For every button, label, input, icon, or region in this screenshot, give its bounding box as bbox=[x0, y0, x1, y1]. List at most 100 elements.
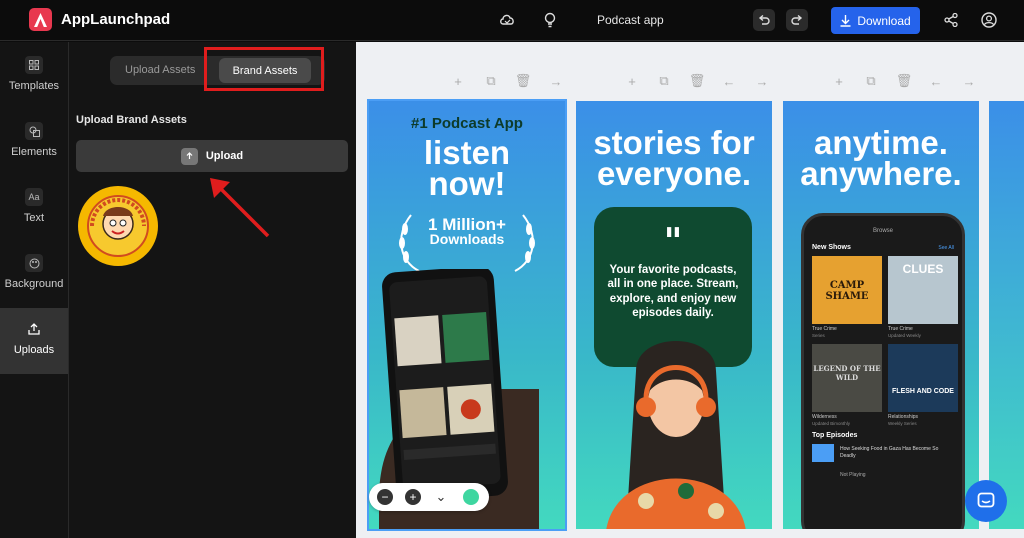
show-caption: Wilderness bbox=[812, 414, 837, 420]
woman-with-headphones-illustration bbox=[606, 341, 746, 529]
nav-item-elements[interactable]: Elements bbox=[0, 110, 68, 176]
text-icon: Aa bbox=[25, 188, 43, 206]
arrow-right-icon[interactable]: → bbox=[961, 73, 977, 89]
show-cover-title: LEGEND OF THE WILD bbox=[813, 364, 881, 382]
tab-upload-assets[interactable]: Upload Assets bbox=[125, 64, 195, 76]
nav-item-uploads[interactable]: Uploads bbox=[0, 308, 68, 374]
nav-item-templates[interactable]: Templates bbox=[0, 44, 68, 110]
slide-1[interactable]: #1 Podcast App listen now! 1 Million+ Do… bbox=[367, 99, 567, 531]
show-caption: True Crime bbox=[812, 326, 837, 332]
badge-line: Downloads bbox=[429, 231, 505, 248]
slide-headline: stories for everyone. bbox=[576, 124, 772, 193]
cloud-save-icon[interactable] bbox=[497, 10, 517, 30]
show-sub: Updated Bimonthly bbox=[812, 421, 851, 426]
undo-button[interactable] bbox=[753, 9, 775, 31]
add-icon[interactable]: + bbox=[624, 73, 640, 89]
arrow-right-icon[interactable]: → bbox=[754, 73, 770, 89]
left-nav: Templates Elements Aa Text Background Up… bbox=[0, 42, 69, 538]
nav-label: Uploads bbox=[13, 344, 55, 356]
chat-support-button[interactable] bbox=[965, 480, 1007, 522]
nav-item-text[interactable]: Aa Text bbox=[0, 176, 68, 242]
highlight-box bbox=[204, 47, 324, 91]
download-button[interactable]: Download bbox=[831, 7, 920, 34]
zoom-controls: − + ⌄ bbox=[369, 483, 489, 511]
nav-item-background[interactable]: Background bbox=[0, 242, 68, 308]
slide-2[interactable]: stories for everyone. " Your favorite po… bbox=[576, 101, 772, 529]
background-icon bbox=[25, 254, 43, 272]
duplicate-icon[interactable]: ⧉ bbox=[863, 73, 879, 89]
chevron-double-down-icon[interactable]: ⌄ bbox=[433, 489, 449, 505]
top-bar: AppLaunchpad Podcast app Download bbox=[0, 0, 1024, 41]
show-caption: Relationships bbox=[888, 414, 919, 420]
upload-label: Upload bbox=[205, 150, 244, 162]
section-title: Upload Brand Assets bbox=[76, 114, 187, 126]
downloads-badge: 1 Million+ Downloads bbox=[369, 216, 565, 248]
zoom-in-button[interactable]: + bbox=[405, 489, 421, 505]
arrow-left-icon[interactable]: ← bbox=[721, 73, 737, 89]
nav-label: Text bbox=[23, 212, 45, 224]
headline-line: listen bbox=[423, 134, 511, 171]
add-icon[interactable]: + bbox=[450, 73, 466, 89]
app-logo[interactable] bbox=[29, 8, 52, 31]
brand-asset-thumbnail[interactable] bbox=[78, 186, 158, 266]
headline-line: everyone. bbox=[596, 155, 752, 193]
slide-4-partial[interactable] bbox=[989, 101, 1024, 529]
headline-line: anytime. bbox=[814, 124, 948, 161]
upload-button[interactable]: Upload bbox=[76, 140, 348, 172]
headline-line: anywhere. bbox=[800, 155, 962, 193]
zoom-out-button[interactable]: − bbox=[377, 489, 393, 505]
episode-title: How Seeking Food in Gaza Has Become So D… bbox=[840, 446, 939, 459]
show-cover: CAMP SHAME bbox=[812, 256, 882, 324]
templates-icon bbox=[25, 56, 43, 74]
phone-title: Browse bbox=[872, 228, 893, 234]
slide-tagline: #1 Podcast App bbox=[411, 115, 523, 132]
color-dot-icon[interactable] bbox=[463, 489, 479, 505]
delete-icon[interactable]: 🗑 bbox=[896, 73, 913, 89]
duplicate-icon[interactable]: ⧉ bbox=[656, 73, 672, 89]
phone-section: New Shows bbox=[812, 244, 851, 251]
project-name[interactable]: Podcast app bbox=[597, 13, 664, 27]
show-sub: Series bbox=[812, 333, 825, 338]
headline-line: stories for bbox=[593, 124, 755, 161]
download-label: Download bbox=[857, 13, 911, 28]
app-name: AppLaunchpad bbox=[61, 11, 171, 28]
elements-icon bbox=[25, 122, 43, 140]
redo-button[interactable] bbox=[786, 9, 808, 31]
delete-icon[interactable]: 🗑 bbox=[515, 73, 532, 89]
slide-headline: anytime. anywhere. bbox=[783, 124, 979, 193]
show-sub: Weekly Series bbox=[888, 421, 917, 426]
episodes-title: Top Episodes bbox=[812, 432, 858, 439]
download-icon bbox=[840, 14, 851, 27]
lightbulb-icon[interactable] bbox=[540, 10, 560, 30]
headline-line: now! bbox=[428, 165, 506, 203]
delete-icon[interactable]: 🗑 bbox=[689, 73, 706, 89]
episode-thumb bbox=[812, 444, 834, 462]
show-cover-title: FLESH AND CODE bbox=[892, 388, 954, 395]
uploads-icon bbox=[25, 320, 43, 338]
show-cover-title: CAMP SHAME bbox=[825, 280, 869, 302]
nav-label: Templates bbox=[8, 80, 60, 92]
show-cover: LEGEND OF THE WILD bbox=[812, 344, 882, 412]
quote-icon: " bbox=[663, 221, 683, 263]
card-text: Your favorite podcasts, all in one place… bbox=[607, 264, 739, 320]
upload-icon bbox=[180, 147, 198, 165]
now-playing: Not Playing bbox=[840, 472, 866, 478]
account-icon[interactable] bbox=[979, 10, 999, 30]
slide-headline: listen now! bbox=[369, 134, 565, 203]
show-cover-title: CLUES bbox=[902, 262, 944, 276]
add-icon[interactable]: + bbox=[831, 73, 847, 89]
nav-label: Elements bbox=[11, 146, 57, 158]
red-arrow bbox=[210, 178, 270, 238]
phone-see-all: See All bbox=[938, 245, 954, 251]
show-sub: Updated Weekly bbox=[888, 333, 921, 338]
phone-mockup: Browse New Shows See All CAMP SHAME CLUE… bbox=[801, 213, 965, 529]
arrow-left-icon[interactable]: ← bbox=[928, 73, 944, 89]
arrow-right-icon[interactable]: → bbox=[548, 73, 564, 89]
slide-3[interactable]: anytime. anywhere. Browse New Shows See … bbox=[783, 101, 979, 529]
show-caption: True Crime bbox=[888, 326, 913, 332]
share-icon[interactable] bbox=[941, 10, 961, 30]
duplicate-icon[interactable]: ⧉ bbox=[483, 73, 499, 89]
nav-label: Background bbox=[4, 278, 64, 290]
chat-icon bbox=[977, 492, 995, 508]
show-cover: CLUES bbox=[888, 256, 958, 324]
